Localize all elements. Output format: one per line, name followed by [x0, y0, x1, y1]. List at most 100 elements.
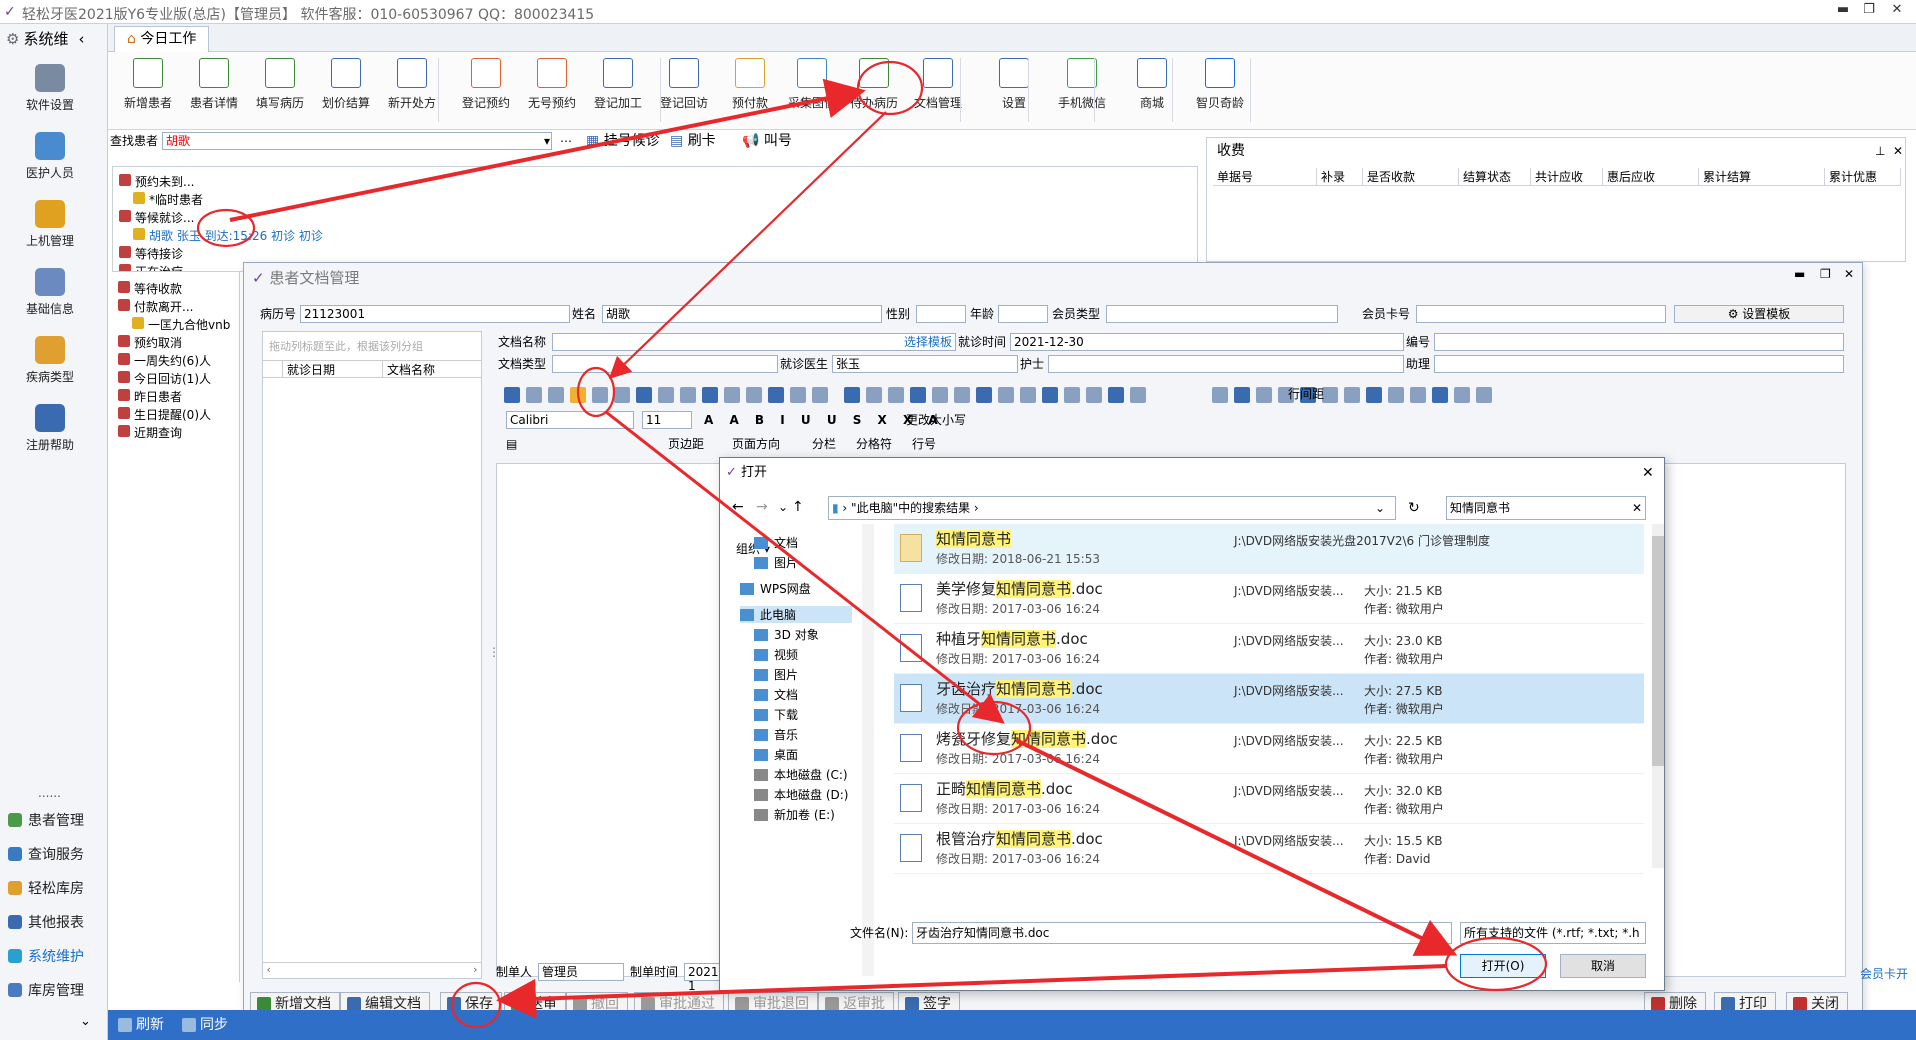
- tree-row[interactable]: 生日提醒(0)人: [118, 406, 211, 423]
- back-button[interactable]: ←: [732, 498, 744, 516]
- tree-row[interactable]: 一周失约(6)人: [118, 352, 211, 369]
- dialog-nav-item[interactable]: 下载: [754, 706, 798, 723]
- toolbar-icon[interactable]: [1388, 387, 1404, 403]
- toolbar-icon[interactable]: [1366, 387, 1382, 403]
- dialog-nav-item[interactable]: 音乐: [754, 726, 798, 743]
- dialog-nav-item[interactable]: 视频: [754, 646, 798, 663]
- visit-time-field[interactable]: 2021-12-30: [1010, 333, 1404, 351]
- sync-button[interactable]: 同步: [178, 1014, 228, 1036]
- member-card-field[interactable]: [1416, 305, 1666, 323]
- ribbon-btn-13[interactable]: 设置: [982, 58, 1046, 111]
- minimize-button[interactable]: ▬: [1830, 2, 1856, 22]
- toolbar-icon[interactable]: [1432, 387, 1448, 403]
- line-no-button[interactable]: 行号: [912, 435, 936, 453]
- ribbon-btn-2[interactable]: 填写病历: [248, 58, 312, 111]
- file-row[interactable]: 知情同意书 修改日期: 2018-06-21 15:53 J:\DVD网络版安装光盘…: [894, 524, 1644, 574]
- ribbon-btn-15[interactable]: 商城: [1120, 58, 1184, 111]
- toolbar-icon[interactable]: [1476, 387, 1492, 403]
- dialog-nav-item[interactable]: 文档: [754, 534, 798, 551]
- nav-item-0[interactable]: 软件设置: [0, 64, 100, 113]
- toolbar-icon[interactable]: [1130, 387, 1146, 403]
- refresh-status-button[interactable]: 刷新: [114, 1014, 164, 1036]
- refresh-button[interactable]: ↻: [1408, 499, 1420, 517]
- tree-row[interactable]: 预约取消: [118, 334, 182, 351]
- nav-scrollbar[interactable]: [862, 524, 874, 976]
- col-doc-name[interactable]: 文档名称: [383, 361, 435, 377]
- dialog-search-input[interactable]: 知情同意书 ✕: [1446, 496, 1646, 520]
- list-hscrollbar[interactable]: ‹ ›: [263, 962, 481, 978]
- fee-col[interactable]: 是否收款: [1363, 168, 1459, 185]
- open-button[interactable]: 打开(O): [1460, 954, 1546, 978]
- dialog-nav-item[interactable]: 本地磁盘 (D:): [754, 786, 848, 803]
- nav-lower-item-0[interactable]: 患者管理: [8, 810, 84, 830]
- nav-lower-item-2[interactable]: 轻松库房: [8, 878, 84, 898]
- toolbar-icon[interactable]: [548, 387, 564, 403]
- tree-row[interactable]: 正在治疗: [119, 263, 183, 271]
- change-case-button[interactable]: 更改大小写: [906, 411, 966, 429]
- page-margin-button[interactable]: 页边距: [668, 435, 704, 453]
- filename-dropdown[interactable]: ⌄: [1434, 924, 1444, 942]
- doc-minimize-button[interactable]: ▬: [1794, 265, 1805, 283]
- ribbon-btn-16[interactable]: 智贝奇龄: [1188, 58, 1252, 111]
- cancel-button[interactable]: 取消: [1560, 954, 1646, 978]
- tree-row[interactable]: 近期查询: [118, 424, 182, 441]
- toolbar-icon[interactable]: [724, 387, 740, 403]
- toolbar-icon[interactable]: [1020, 387, 1036, 403]
- doc-type-field[interactable]: [552, 355, 778, 373]
- dialog-nav-item[interactable]: 3D 对象: [754, 626, 819, 643]
- forward-button[interactable]: →: [756, 498, 768, 516]
- file-scrollbar[interactable]: [1652, 524, 1664, 868]
- toolbar-icon[interactable]: [658, 387, 674, 403]
- toolbar-icon[interactable]: [844, 387, 860, 403]
- nav-header[interactable]: ⚙ 系统维 ‹: [6, 28, 84, 49]
- ribbon-btn-4[interactable]: 新开处方: [380, 58, 444, 111]
- queue-button[interactable]: ▦ 挂号候诊: [586, 132, 660, 150]
- fee-col[interactable]: 累计优惠: [1825, 168, 1901, 185]
- toolbar-icon[interactable]: [504, 387, 520, 403]
- toolbar-icon[interactable]: [1256, 387, 1272, 403]
- toolbar-icon[interactable]: [614, 387, 630, 403]
- fee-col[interactable]: 惠后应收: [1603, 168, 1699, 185]
- toolbar-icon[interactable]: [1322, 387, 1338, 403]
- dialog-nav-item[interactable]: 图片: [754, 554, 798, 571]
- nav-lower-item-4[interactable]: 系统维护: [8, 946, 84, 966]
- toolbar-icon[interactable]: [976, 387, 992, 403]
- ribbon-btn-14[interactable]: 手机微信: [1050, 58, 1114, 111]
- col-visit-date[interactable]: 就诊日期: [283, 361, 383, 377]
- no-field[interactable]: [1434, 333, 1844, 351]
- doc-close-button[interactable]: ✕: [1844, 265, 1854, 283]
- font-size-select[interactable]: 11: [642, 411, 692, 429]
- address-bar[interactable]: ▮ › "此电脑"中的搜索结果 ›: [828, 496, 1396, 520]
- nav-lower-item-5[interactable]: 库房管理: [8, 980, 84, 1000]
- toolbar-icon[interactable]: [680, 387, 696, 403]
- tree-row[interactable]: 等待接诊: [119, 245, 183, 262]
- doc-name-field[interactable]: 选择模板: [552, 333, 956, 351]
- toolbar-icon[interactable]: [1344, 387, 1360, 403]
- font-select[interactable]: Calibri: [506, 411, 634, 429]
- file-row[interactable]: 正畸知情同意书.doc 修改日期: 2017-03-06 16:24 J:\DVD网…: [894, 774, 1644, 824]
- fee-col[interactable]: 共计应收: [1531, 168, 1603, 185]
- fee-col[interactable]: 结算状态: [1459, 168, 1531, 185]
- ribbon-btn-6[interactable]: 无号预约: [520, 58, 584, 111]
- ribbon-btn-5[interactable]: 登记预约: [454, 58, 518, 111]
- toolbar-icon[interactable]: [1086, 387, 1102, 403]
- toolbar-icon[interactable]: [998, 387, 1014, 403]
- toolbar-icon[interactable]: [1410, 387, 1426, 403]
- nav-item-2[interactable]: 上机管理: [0, 200, 100, 249]
- fee-close-icon[interactable]: ✕: [1893, 142, 1903, 160]
- card-button[interactable]: ▤ 刷卡: [670, 132, 716, 150]
- file-row[interactable]: 根管治疗知情同意书.doc 修改日期: 2017-03-06 16:24 J:\DV…: [894, 824, 1644, 874]
- tree-row[interactable]: 预约未到...: [119, 173, 194, 190]
- dialog-nav-item[interactable]: 图片: [754, 666, 798, 683]
- toolbar-icon[interactable]: [1212, 387, 1228, 403]
- ribbon-btn-3[interactable]: 划价结算: [314, 58, 378, 111]
- nav-item-1[interactable]: 医护人员: [0, 132, 100, 181]
- page-icon[interactable]: ▤: [506, 435, 517, 453]
- toolbar-icon[interactable]: [636, 387, 652, 403]
- fee-col[interactable]: 补录: [1317, 168, 1363, 185]
- member-card-open-link[interactable]: 会员卡开: [1860, 965, 1908, 983]
- ribbon-btn-11[interactable]: 待办病历: [842, 58, 906, 111]
- toolbar-icon[interactable]: [592, 387, 608, 403]
- maker-field[interactable]: 管理员: [538, 963, 624, 981]
- restore-button[interactable]: ❐: [1856, 2, 1882, 22]
